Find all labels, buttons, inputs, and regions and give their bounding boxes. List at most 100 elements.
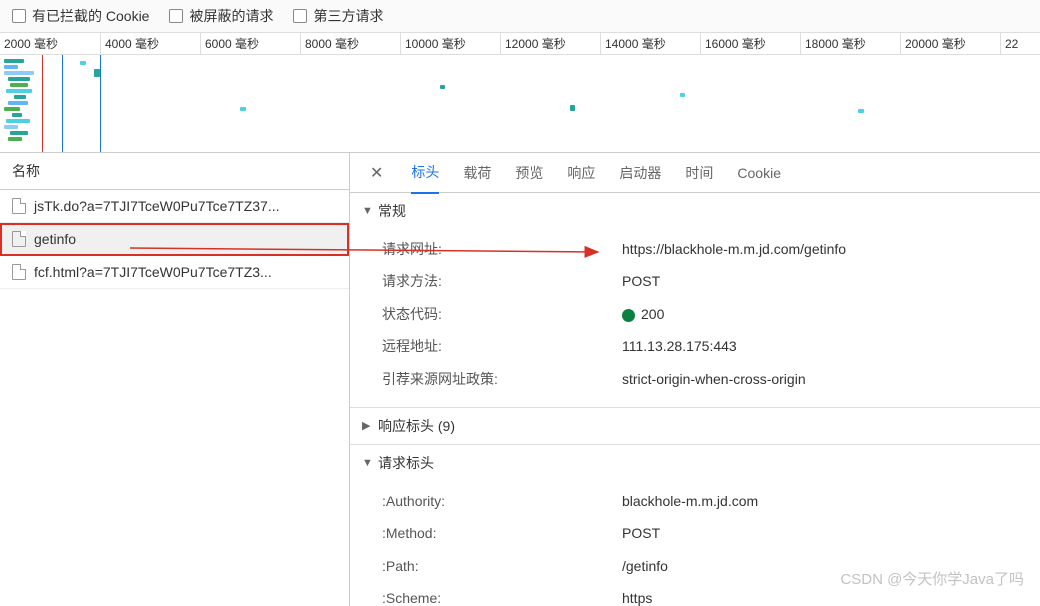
timeline-tick: 14000 毫秒 <box>600 33 700 54</box>
detail-panel: ✕ 标头 载荷 预览 响应 启动器 时间 Cookie ▼ 常规 请求网址: h <box>350 153 1040 606</box>
timeline-bar <box>440 85 445 89</box>
tab-timing[interactable]: 时间 <box>685 153 713 193</box>
timeline-tick: 6000 毫秒 <box>200 33 300 54</box>
kv-row: 引荐来源网址政策: strict-origin-when-cross-origi… <box>350 363 1040 395</box>
kv-row: 请求方法: POST <box>350 265 1040 297</box>
kv-key: 远程地址: <box>382 335 622 357</box>
section-title-text: 常规 <box>378 201 406 221</box>
detail-body: ▼ 常规 请求网址: https://blackhole-m.m.jd.com/… <box>350 193 1040 606</box>
timeline-marker-dom <box>62 55 63 153</box>
kv-key: 引荐来源网址政策: <box>382 368 622 390</box>
section-title-text: 请求标头 <box>378 453 434 473</box>
tab-preview[interactable]: 预览 <box>515 153 543 193</box>
timeline-bar <box>14 95 26 99</box>
kv-row: :Path: /getinfo <box>350 550 1040 582</box>
section-title-text: 响应标头 (9) <box>378 416 455 436</box>
kv-key: :Path: <box>382 555 622 577</box>
timeline-bar <box>6 119 30 123</box>
checkbox-icon <box>293 9 307 23</box>
kv-key: 状态代码: <box>382 303 622 325</box>
kv-row: :Method: POST <box>350 517 1040 549</box>
timeline-tick: 16000 毫秒 <box>700 33 800 54</box>
timeline-bar <box>680 93 685 97</box>
filter-blocked-cookies[interactable]: 有已拦截的 Cookie <box>12 6 149 26</box>
timeline-ruler: 2000 毫秒 4000 毫秒 6000 毫秒 8000 毫秒 10000 毫秒… <box>0 33 1040 55</box>
section-general: ▼ 常规 请求网址: https://blackhole-m.m.jd.com/… <box>350 193 1040 408</box>
status-dot-icon <box>622 309 635 322</box>
kv-row: 状态代码: 200 <box>350 298 1040 330</box>
timeline-bar <box>10 131 28 135</box>
timeline-overview[interactable]: 2000 毫秒 4000 毫秒 6000 毫秒 8000 毫秒 10000 毫秒… <box>0 33 1040 153</box>
kv-row: 请求网址: https://blackhole-m.m.jd.com/getin… <box>350 233 1040 265</box>
timeline-bar <box>10 83 28 87</box>
kv-value: 111.13.28.175:443 <box>622 335 1040 357</box>
timeline-tick: 2000 毫秒 <box>0 33 100 54</box>
timeline-tick: 20000 毫秒 <box>900 33 1000 54</box>
kv-key: 请求方法: <box>382 270 622 292</box>
section-response-headers: ▶ 响应标头 (9) <box>350 408 1040 445</box>
request-name: fcf.html?a=7TJI7TceW0Pu7Tce7TZ3... <box>34 264 272 280</box>
timeline-body <box>0 55 1040 153</box>
kv-row: 远程地址: 111.13.28.175:443 <box>350 330 1040 362</box>
kv-value: blackhole-m.m.jd.com <box>622 490 1040 512</box>
timeline-bar <box>4 125 18 129</box>
timeline-bar <box>94 69 100 77</box>
filter-third-party[interactable]: 第三方请求 <box>293 6 383 26</box>
kv-value: POST <box>622 522 1040 544</box>
triangle-right-icon: ▶ <box>362 419 374 432</box>
kv-key: :Authority: <box>382 490 622 512</box>
timeline-bar <box>4 59 24 63</box>
tab-initiator[interactable]: 启动器 <box>619 153 661 193</box>
timeline-tick: 22 <box>1000 33 1040 54</box>
timeline-bar <box>8 77 30 81</box>
section-general-header[interactable]: ▼ 常规 <box>350 193 1040 229</box>
kv-value: POST <box>622 270 1040 292</box>
triangle-down-icon: ▼ <box>362 205 374 217</box>
tab-cookies[interactable]: Cookie <box>737 155 781 191</box>
timeline-bar <box>570 105 575 111</box>
timeline-bar <box>8 101 28 105</box>
detail-tabs: ✕ 标头 载荷 预览 响应 启动器 时间 Cookie <box>350 153 1040 193</box>
kv-value: https <box>622 587 1040 606</box>
kv-value: 200 <box>622 303 1040 325</box>
timeline-bar <box>6 89 32 93</box>
checkbox-icon <box>169 9 183 23</box>
timeline-bar <box>4 65 18 69</box>
tab-response[interactable]: 响应 <box>567 153 595 193</box>
section-response-headers-header[interactable]: ▶ 响应标头 (9) <box>350 408 1040 444</box>
timeline-marker-load <box>42 55 43 153</box>
request-row[interactable]: getinfo <box>0 223 349 256</box>
close-icon[interactable]: ✕ <box>366 159 387 187</box>
request-list: jsTk.do?a=7TJI7TceW0Pu7Tce7TZ37... getin… <box>0 190 349 606</box>
file-icon <box>12 231 26 247</box>
kv-row: :Authority: blackhole-m.m.jd.com <box>350 485 1040 517</box>
timeline-bar <box>4 71 34 75</box>
name-column-header[interactable]: 名称 <box>0 153 349 190</box>
kv-key: :Scheme: <box>382 587 622 606</box>
request-list-panel: 名称 jsTk.do?a=7TJI7TceW0Pu7Tce7TZ37... ge… <box>0 153 350 606</box>
kv-key: 请求网址: <box>382 238 622 260</box>
tab-payload[interactable]: 载荷 <box>463 153 491 193</box>
timeline-tick: 4000 毫秒 <box>100 33 200 54</box>
timeline-bar <box>12 113 22 117</box>
file-icon <box>12 264 26 280</box>
timeline-tick: 12000 毫秒 <box>500 33 600 54</box>
timeline-tick: 18000 毫秒 <box>800 33 900 54</box>
timeline-marker <box>100 55 101 153</box>
timeline-bar <box>4 107 20 111</box>
triangle-down-icon: ▼ <box>362 457 374 469</box>
kv-row: :Scheme: https <box>350 582 1040 606</box>
file-icon <box>12 198 26 214</box>
timeline-bar <box>8 137 22 141</box>
request-row[interactable]: jsTk.do?a=7TJI7TceW0Pu7Tce7TZ37... <box>0 190 349 223</box>
timeline-bar <box>240 107 246 111</box>
section-request-headers: ▼ 请求标头 :Authority: blackhole-m.m.jd.com … <box>350 445 1040 606</box>
kv-key: :Method: <box>382 522 622 544</box>
kv-value: strict-origin-when-cross-origin <box>622 368 1040 390</box>
section-request-headers-header[interactable]: ▼ 请求标头 <box>350 445 1040 481</box>
request-name: jsTk.do?a=7TJI7TceW0Pu7Tce7TZ37... <box>34 198 280 214</box>
tab-headers[interactable]: 标头 <box>411 153 439 194</box>
filter-blocked-requests[interactable]: 被屏蔽的请求 <box>169 6 273 26</box>
kv-value: /getinfo <box>622 555 1040 577</box>
request-row[interactable]: fcf.html?a=7TJI7TceW0Pu7Tce7TZ3... <box>0 256 349 289</box>
